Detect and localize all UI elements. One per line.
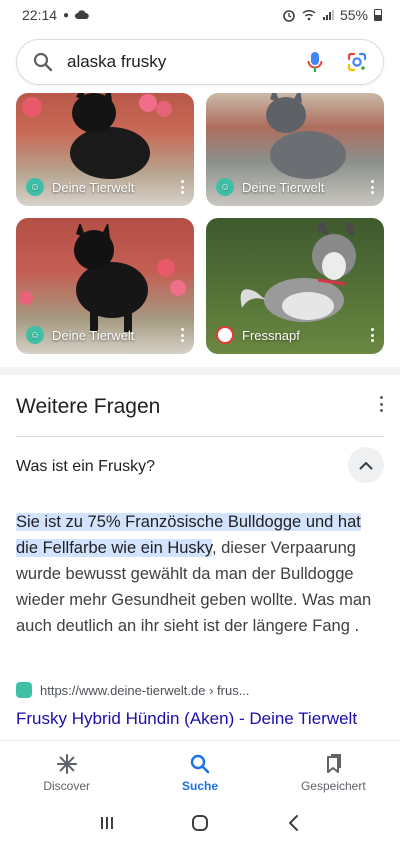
dog-silhouette — [266, 93, 346, 179]
home-icon — [191, 814, 208, 831]
more-options-icon[interactable] — [180, 328, 184, 342]
image-caption: ☺ Deine Tierwelt — [216, 178, 324, 196]
search-icon — [33, 52, 53, 72]
back-button[interactable] — [281, 811, 305, 835]
bottom-nav: Discover Suche Gespeichert — [0, 740, 400, 800]
flowers-decoration — [19, 259, 186, 305]
nav-search[interactable]: Suche — [133, 741, 266, 800]
more-options-icon[interactable] — [180, 180, 184, 194]
source-logo-icon: ☺ — [216, 178, 234, 196]
answer-text: Sie ist zu 75% Französische Bulldogge un… — [16, 509, 384, 639]
image-source-label: Deine Tierwelt — [52, 327, 135, 343]
image-result-1[interactable]: ☺ Deine Tierwelt — [16, 93, 194, 206]
collapse-button[interactable] — [348, 447, 384, 483]
result-title-link[interactable]: Frusky Hybrid Hündin (Aken) - Deine Tier… — [16, 709, 357, 729]
source-url: https://www.deine-tierwelt.de › frus... — [40, 682, 250, 698]
husky-silhouette — [240, 222, 356, 322]
nav-label: Gespeichert — [300, 779, 366, 793]
status-time: 22:14 — [22, 7, 58, 23]
bookmarks-icon — [322, 753, 344, 775]
image-caption: ☺ Deine Tierwelt — [26, 326, 134, 344]
nav-label: Discover — [43, 779, 90, 793]
image-source-label: Fressnapf — [242, 327, 300, 343]
battery-icon — [374, 9, 382, 21]
source-logo-icon: ☺ — [26, 326, 44, 344]
recent-apps-button[interactable] — [95, 811, 119, 835]
image-result-2[interactable]: ☺ Deine Tierwelt — [206, 93, 384, 206]
nav-label: Suche — [181, 779, 218, 793]
asterisk-icon — [56, 753, 78, 775]
notification-dot-icon: ● — [63, 9, 70, 21]
search-bar[interactable]: alaska frusky — [16, 39, 384, 85]
more-options-icon[interactable] — [370, 180, 374, 194]
status-bar: 22:14 ● 55% — [0, 0, 400, 30]
image-caption: Fressnapf — [216, 326, 300, 344]
status-left: 22:14 ● — [22, 7, 89, 23]
result-source[interactable]: https://www.deine-tierwelt.de › frus... — [16, 682, 250, 698]
flowers-decoration — [22, 94, 172, 117]
nav-saved[interactable]: Gespeichert — [267, 741, 400, 800]
source-logo-icon — [216, 326, 234, 344]
status-right: 55% — [282, 7, 382, 23]
alarm-icon — [283, 10, 295, 22]
image-caption: ☺ Deine Tierwelt — [26, 178, 134, 196]
nav-discover[interactable]: Discover — [0, 741, 133, 800]
wifi-icon — [302, 9, 316, 21]
source-logo-icon: ☺ — [26, 178, 44, 196]
site-favicon-icon — [16, 682, 32, 698]
image-result-4[interactable]: Fressnapf — [206, 218, 384, 354]
chevron-up-icon — [359, 461, 373, 469]
question-divider — [16, 436, 384, 437]
image-source-label: Deine Tierwelt — [52, 179, 135, 195]
related-questions-title: Weitere Fragen — [16, 395, 161, 418]
question-text[interactable]: Was ist ein Frusky? — [16, 458, 155, 476]
lens-icon[interactable] — [343, 48, 371, 76]
more-options-icon[interactable] — [370, 328, 374, 342]
cloud-icon — [75, 10, 89, 19]
signal-icon — [322, 10, 334, 20]
section-divider — [0, 367, 400, 375]
image-result-3[interactable]: ☺ Deine Tierwelt — [16, 218, 194, 354]
recent-apps-icon — [100, 816, 113, 829]
system-nav-bar — [0, 800, 400, 845]
battery-percent: 55% — [339, 7, 368, 23]
image-source-label: Deine Tierwelt — [242, 179, 325, 195]
search-input[interactable]: alaska frusky — [67, 52, 287, 72]
related-questions-more-icon[interactable] — [378, 396, 384, 412]
back-icon — [289, 814, 299, 831]
home-button[interactable] — [188, 811, 212, 835]
voice-search-icon[interactable] — [301, 48, 329, 76]
search-icon — [189, 753, 211, 775]
